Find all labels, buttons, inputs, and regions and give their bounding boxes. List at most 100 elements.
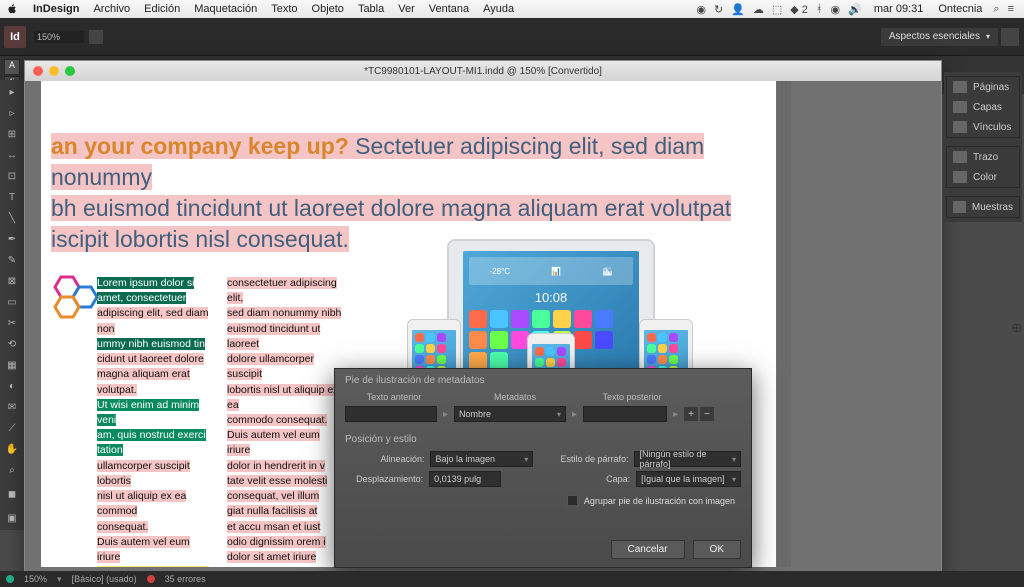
zoom-dropdown-icon[interactable] bbox=[89, 30, 103, 44]
panel-swatches[interactable]: Muestras bbox=[947, 197, 1019, 217]
add-row-btn[interactable]: + bbox=[684, 407, 698, 421]
dropbox-icon[interactable]: ⬚ bbox=[772, 3, 782, 16]
color-icon bbox=[953, 171, 967, 183]
panel-stroke[interactable]: Trazo bbox=[947, 147, 1019, 167]
header-metadata: Metadatos bbox=[455, 392, 575, 402]
zoom-tool[interactable]: ⌕ bbox=[1, 460, 23, 480]
headline-text[interactable]: an your company keep up? Sectetuer adipi… bbox=[41, 81, 776, 255]
status-profile[interactable]: [Básico] (usado) bbox=[72, 574, 137, 584]
links-icon bbox=[953, 121, 967, 133]
document-titlebar: *TC9980101-LAYOUT-MI1.indd @ 150% [Conve… bbox=[25, 61, 941, 81]
user-icon[interactable]: 👤 bbox=[731, 3, 745, 16]
paragraph-style-label: Estilo de párrafo: bbox=[545, 454, 628, 464]
gradient-tool[interactable]: ▦ bbox=[1, 355, 23, 375]
rectangle-tool[interactable]: ▭ bbox=[1, 292, 23, 312]
zoom-level-field[interactable]: 150% bbox=[34, 31, 84, 43]
status-errors[interactable]: 35 errores bbox=[165, 574, 206, 584]
app-name-menu[interactable]: InDesign bbox=[26, 3, 86, 15]
zoom-in-icon[interactable]: ⊕ bbox=[1011, 320, 1022, 336]
clock[interactable]: mar 09:31 bbox=[874, 3, 924, 15]
note-tool[interactable]: ✉ bbox=[1, 397, 23, 417]
offset-input[interactable]: 0,0139 pulg bbox=[429, 471, 500, 487]
page-tool[interactable]: ⊞ bbox=[1, 124, 23, 144]
pages-icon bbox=[953, 81, 967, 93]
menu-ver[interactable]: Ver bbox=[391, 3, 422, 15]
body-column-2[interactable]: consectetuer adipiscing elit, sed diam n… bbox=[227, 276, 345, 565]
menu-tabla[interactable]: Tabla bbox=[351, 3, 391, 15]
menu-archivo[interactable]: Archivo bbox=[86, 3, 137, 15]
char-formatting-mode[interactable]: A bbox=[4, 59, 20, 75]
group-caption-checkbox[interactable] bbox=[567, 495, 578, 506]
group-caption-label: Agrupar pie de ilustración con imagen bbox=[584, 496, 735, 506]
metadata-dropdown[interactable]: Nombre bbox=[454, 406, 566, 422]
tools-panel: ▸ ▹ ⊞ ↔ ⊡ T ╲ ✒ ✎ ⊠ ▭ ✂ ⟲ ▦ ◐ ✉ ⟋ ✋ ⌕ ◼ … bbox=[0, 80, 24, 530]
workspace-dropdown[interactable]: Aspectos esenciales ▾ bbox=[881, 28, 998, 46]
layer-dropdown[interactable]: [Igual que la imagen] bbox=[636, 471, 741, 487]
dialog-section-metadata: Pie de ilustración de metadatos bbox=[345, 375, 751, 386]
status-icon: ◉ bbox=[696, 3, 706, 16]
cancel-button[interactable]: Cancelar bbox=[611, 540, 685, 559]
menu-edicion[interactable]: Edición bbox=[137, 3, 187, 15]
gradient-feather-tool[interactable]: ◐ bbox=[1, 376, 23, 396]
panel-layers[interactable]: Capas bbox=[947, 97, 1019, 117]
alignment-dropdown[interactable]: Bajo la imagen bbox=[430, 451, 533, 467]
menu-ayuda[interactable]: Ayuda bbox=[476, 3, 521, 15]
panel-color[interactable]: Color bbox=[947, 167, 1019, 187]
content-collector-tool[interactable]: ⊡ bbox=[1, 166, 23, 186]
panel-pages[interactable]: Páginas bbox=[947, 77, 1019, 97]
status-zoom[interactable]: 150% bbox=[24, 574, 47, 584]
search-icon[interactable] bbox=[1001, 28, 1019, 46]
layer-label: Capa: bbox=[548, 474, 630, 484]
menu-texto[interactable]: Texto bbox=[264, 3, 304, 15]
error-indicator-icon bbox=[147, 575, 155, 583]
mac-menubar: InDesign Archivo Edición Maquetación Tex… bbox=[0, 0, 1024, 18]
stroke-icon bbox=[953, 151, 967, 163]
body-column-1[interactable]: Lorem ipsum dolor si amet, consectetuer … bbox=[97, 276, 215, 567]
eyedropper-tool[interactable]: ⟋ bbox=[1, 418, 23, 438]
bluetooth-icon[interactable]: ᚼ bbox=[816, 3, 823, 15]
direct-selection-tool[interactable]: ▹ bbox=[1, 103, 23, 123]
document-title: *TC9980101-LAYOUT-MI1.indd @ 150% [Conve… bbox=[25, 66, 941, 77]
line-tool[interactable]: ╲ bbox=[1, 208, 23, 228]
caption-setup-dialog: Pie de ilustración de metadatos Texto an… bbox=[334, 368, 752, 568]
preflight-ok-icon bbox=[6, 575, 14, 583]
alignment-label: Alineación: bbox=[345, 454, 424, 464]
type-tool[interactable]: T bbox=[1, 187, 23, 207]
text-before-input[interactable] bbox=[345, 406, 437, 422]
spotlight-icon[interactable]: ⌕ bbox=[993, 3, 999, 16]
apple-logo-icon[interactable] bbox=[6, 3, 18, 15]
sync-icon[interactable]: ↻ bbox=[714, 3, 723, 16]
panel-links[interactable]: Vínculos bbox=[947, 117, 1019, 137]
gap-tool[interactable]: ↔ bbox=[1, 145, 23, 165]
panels-dock: Páginas Capas Vínculos Trazo Color Muest… bbox=[944, 72, 1022, 222]
wifi-icon[interactable]: ◉ bbox=[831, 3, 841, 16]
hexagon-graphic[interactable] bbox=[47, 273, 103, 332]
view-mode-btn[interactable]: ▣ bbox=[1, 508, 23, 528]
cloud-icon[interactable]: ☁ bbox=[753, 3, 764, 16]
menu-objeto[interactable]: Objeto bbox=[305, 3, 351, 15]
control-strip: Id 150% Aspectos esenciales ▾ bbox=[0, 18, 1024, 56]
app-badge-icon: Id bbox=[4, 26, 26, 48]
text-after-input[interactable] bbox=[583, 406, 667, 422]
user-menu[interactable]: Ontecnia bbox=[931, 3, 989, 15]
notification-icon[interactable]: ≡ bbox=[1008, 3, 1014, 15]
volume-icon[interactable]: 🔊 bbox=[848, 3, 862, 16]
rectangle-frame-tool[interactable]: ⊠ bbox=[1, 271, 23, 291]
remove-row-btn[interactable]: − bbox=[700, 407, 714, 421]
header-text-after: Texto posterior bbox=[587, 392, 677, 402]
layers-icon bbox=[953, 101, 967, 113]
hand-tool[interactable]: ✋ bbox=[1, 439, 23, 459]
offset-label: Desplazamiento: bbox=[345, 474, 423, 484]
fill-stroke-swatch[interactable]: ◼ bbox=[1, 481, 23, 507]
pen-tool[interactable]: ✒ bbox=[1, 229, 23, 249]
pencil-tool[interactable]: ✎ bbox=[1, 250, 23, 270]
menu-ventana[interactable]: Ventana bbox=[422, 3, 476, 15]
shield-icon[interactable]: ◆ 2 bbox=[790, 3, 808, 16]
scissors-tool[interactable]: ✂ bbox=[1, 313, 23, 333]
vertical-scrollbar[interactable] bbox=[777, 81, 791, 567]
selection-tool[interactable]: ▸ bbox=[1, 82, 23, 102]
paragraph-style-dropdown[interactable]: [Ningún estilo de párrafo] bbox=[634, 451, 741, 467]
menu-maquetacion[interactable]: Maquetación bbox=[187, 3, 264, 15]
ok-button[interactable]: OK bbox=[693, 540, 741, 559]
free-transform-tool[interactable]: ⟲ bbox=[1, 334, 23, 354]
